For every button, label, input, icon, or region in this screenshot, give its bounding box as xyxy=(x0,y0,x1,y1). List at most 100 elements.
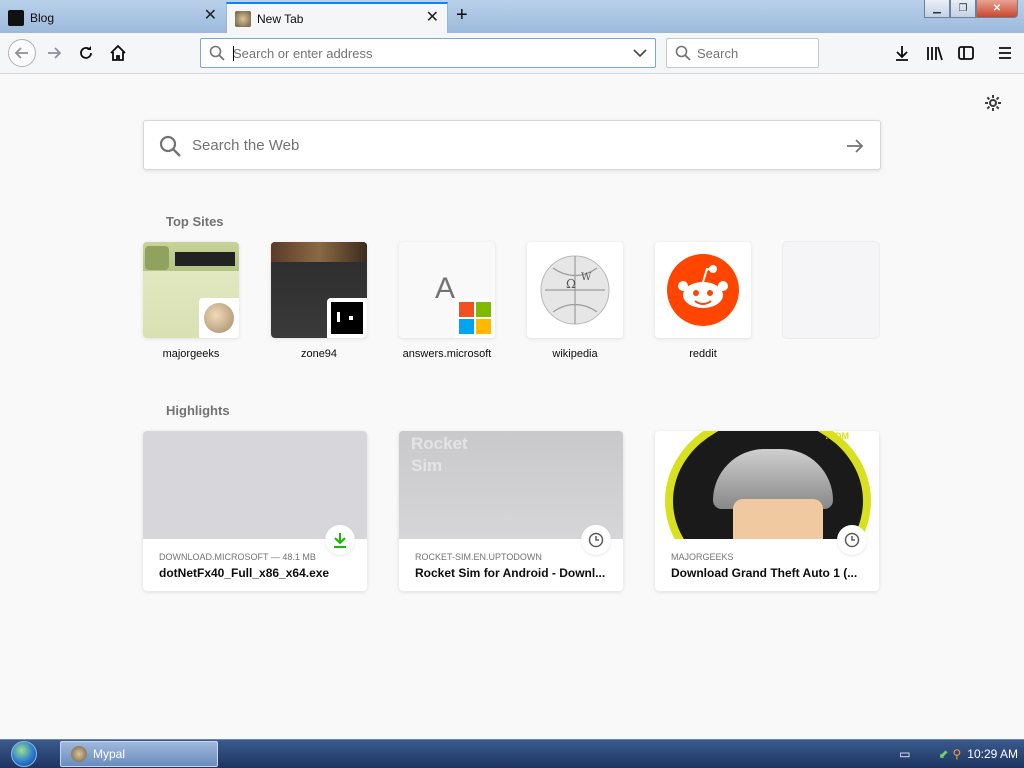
web-search-box[interactable]: Search the Web xyxy=(143,120,881,170)
clock-icon xyxy=(844,532,860,548)
forward-button[interactable] xyxy=(42,41,66,65)
arrow-right-icon[interactable] xyxy=(846,138,864,154)
top-site-label: majorgeeks xyxy=(162,348,220,360)
tab-blog[interactable]: Blog ✕ xyxy=(0,2,225,33)
web-search-input[interactable]: Search the Web xyxy=(192,137,299,154)
top-site-label: zone94 xyxy=(300,348,338,360)
highlight-card[interactable]: DOWNLOAD.MICROSOFT — 48.1 MB dotNetFx40_… xyxy=(143,431,367,591)
download-icon xyxy=(896,46,908,61)
top-sites-heading: Top Sites xyxy=(166,214,224,229)
close-window-button[interactable]: ✕ xyxy=(976,0,1018,18)
forward-arrow-icon xyxy=(48,47,62,59)
chevron-down-icon[interactable] xyxy=(633,48,647,58)
svg-text:Ω: Ω xyxy=(566,277,576,291)
top-site-empty-slot[interactable] xyxy=(783,242,879,338)
highlight-title: Download Grand Theft Auto 1 (... xyxy=(671,566,858,580)
highlight-badge xyxy=(325,525,355,555)
network-icon[interactable]: ⬋ xyxy=(938,747,948,761)
highlight-badge xyxy=(581,525,611,555)
top-site-zone94[interactable]: zone94 xyxy=(271,242,367,360)
clock[interactable]: 10:29 AM xyxy=(967,747,1018,761)
search-input[interactable]: Search xyxy=(697,46,738,61)
new-tab-plus-icon[interactable]: + xyxy=(456,5,468,25)
highlight-thumbnail: Rocket Sim xyxy=(399,431,623,539)
new-tab-page: Search the Web Top Sites majorgeeks zone… xyxy=(0,74,1024,739)
download-icon xyxy=(334,533,346,548)
downloads-button[interactable] xyxy=(890,41,914,65)
close-tab-icon[interactable]: ✕ xyxy=(204,8,217,24)
reload-button[interactable] xyxy=(74,41,98,65)
blog-favicon-icon xyxy=(8,9,24,26)
thumbnail-text: .COM xyxy=(825,431,850,441)
system-tray: ▭ ⬋ ⚲ 10:29 AM xyxy=(899,740,1018,768)
site-favicon xyxy=(327,298,367,338)
sidebar-icon xyxy=(958,46,974,60)
close-tab-icon[interactable]: ✕ xyxy=(426,10,439,26)
reddit-alien-icon xyxy=(667,254,739,326)
majorgeeks-mascot-image xyxy=(665,431,871,539)
tab-new-tab[interactable]: New Tab ✕ xyxy=(226,2,448,33)
sidebar-button[interactable] xyxy=(954,41,978,65)
navigation-toolbar: Search or enter address Search xyxy=(0,33,1024,74)
back-button[interactable] xyxy=(8,39,36,67)
home-icon xyxy=(110,44,126,61)
minimize-button[interactable]: ▁ xyxy=(924,0,950,18)
highlight-card[interactable]: Rocket Sim ROCKET-SIM.EN.UPTODOWN Rocket… xyxy=(399,431,623,591)
svg-text:W: W xyxy=(581,272,592,283)
taskbar-app-label: Mypal xyxy=(93,747,126,761)
site-thumbnail xyxy=(783,242,879,338)
highlight-title: Rocket Sim for Android - Downl... xyxy=(415,566,606,580)
highlight-card[interactable]: .COM MAJORGEEKS Download Grand Theft Aut… xyxy=(655,431,879,591)
top-site-answers-microsoft[interactable]: A answers.microsoft xyxy=(399,242,495,360)
highlights-heading: Highlights xyxy=(166,403,230,418)
top-site-label: answers.microsoft xyxy=(402,348,492,360)
url-bar[interactable]: Search or enter address xyxy=(200,38,656,68)
highlight-thumbnail: .COM xyxy=(655,431,879,539)
tab-strip: Blog ✕ New Tab ✕ + ▁ ❐ ✕ xyxy=(0,0,1024,33)
taskbar-app-mypal[interactable]: Mypal xyxy=(60,741,218,767)
menu-button[interactable] xyxy=(993,41,1017,65)
highlight-host: MAJORGEEKS xyxy=(671,552,734,562)
site-thumbnail xyxy=(143,242,239,338)
site-header xyxy=(271,242,367,262)
back-arrow-icon xyxy=(14,47,28,59)
top-site-majorgeeks[interactable]: majorgeeks xyxy=(143,242,239,360)
site-letter: A xyxy=(435,272,456,305)
search-icon xyxy=(209,45,225,61)
window-controls: ▁ ❐ ✕ xyxy=(924,0,1018,18)
highlight-host: DOWNLOAD.MICROSOFT — 48.1 MB xyxy=(159,552,316,562)
text-caret xyxy=(233,46,234,61)
search-bar[interactable]: Search xyxy=(666,38,819,68)
home-button[interactable] xyxy=(106,41,130,65)
restore-button[interactable]: ❐ xyxy=(950,0,976,18)
start-button[interactable] xyxy=(8,740,40,768)
search-tray-icon[interactable]: ⚲ xyxy=(953,747,962,761)
hamburger-menu-icon xyxy=(999,47,1011,59)
site-thumbnail xyxy=(655,242,751,338)
tab-title: New Tab xyxy=(257,11,304,26)
gear-icon[interactable] xyxy=(984,94,1002,112)
reload-icon xyxy=(80,46,92,59)
highlight-host: ROCKET-SIM.EN.UPTODOWN xyxy=(415,552,542,562)
search-icon xyxy=(159,135,181,157)
highlight-title: dotNetFx40_Full_x86_x64.exe xyxy=(159,566,330,580)
site-logo xyxy=(145,246,169,270)
top-site-reddit[interactable]: reddit xyxy=(655,242,751,360)
tab-title: Blog xyxy=(30,10,55,25)
site-thumbnail: A xyxy=(399,242,495,338)
top-site-wikipedia[interactable]: Ω W wikipedia xyxy=(527,242,623,360)
search-icon xyxy=(675,45,691,61)
site-thumbnail xyxy=(271,242,367,338)
mypal-favicon-icon xyxy=(235,10,251,27)
site-thumbnail: Ω W xyxy=(527,242,623,338)
microsoft-logo-icon xyxy=(459,302,491,334)
wikipedia-globe-icon: Ω W xyxy=(540,255,610,325)
keyboard-icon[interactable]: ▭ xyxy=(899,747,910,761)
majorgeeks-face-icon xyxy=(204,303,234,333)
clock-icon xyxy=(588,532,604,548)
highlight-thumbnail xyxy=(143,431,367,539)
thumbnail-text: Rocket Sim xyxy=(411,434,468,475)
library-button[interactable] xyxy=(922,41,946,65)
url-input[interactable]: Search or enter address xyxy=(233,46,372,61)
windows-logo-icon xyxy=(11,741,37,767)
